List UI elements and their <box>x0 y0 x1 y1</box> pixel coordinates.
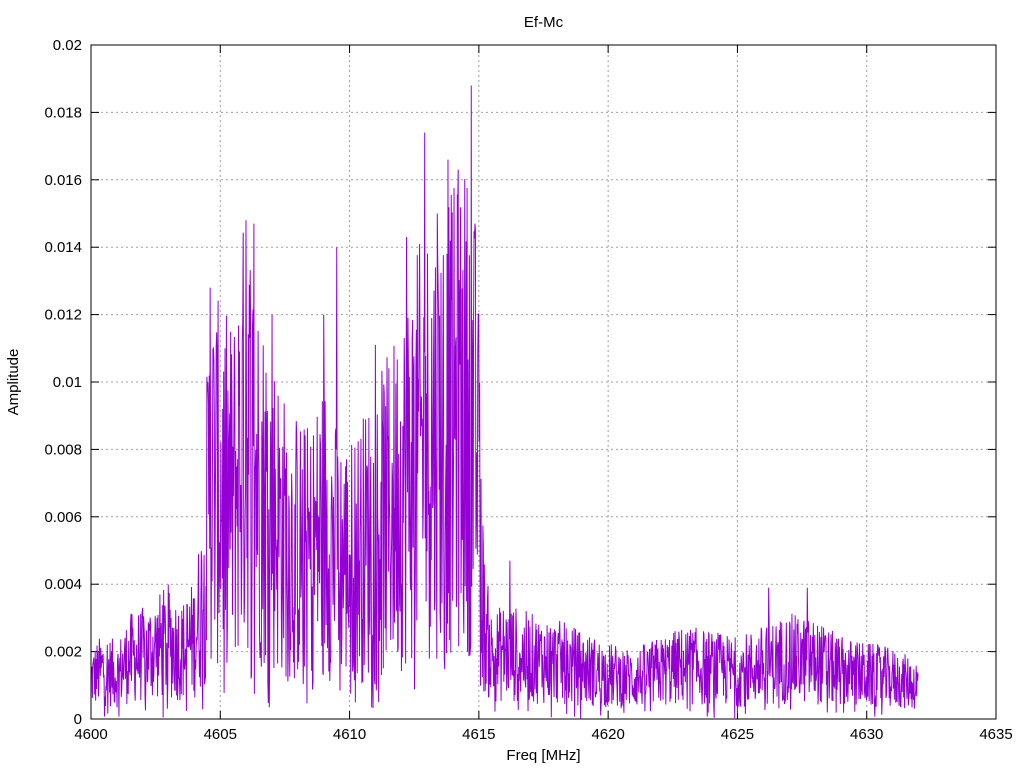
x-tick-label: 4620 <box>591 726 624 743</box>
y-tick-label: 0.006 <box>44 509 82 526</box>
x-tick-label: 4630 <box>850 726 883 743</box>
y-tick-label: 0.012 <box>44 307 82 324</box>
y-tick-label: 0.014 <box>44 239 82 256</box>
y-tick-label: 0.004 <box>44 576 82 593</box>
y-tick-label: 0.008 <box>44 441 82 458</box>
y-tick-label: 0.002 <box>44 644 82 661</box>
chart-title: Ef-Mc <box>524 14 564 31</box>
y-tick-label: 0.02 <box>53 37 82 54</box>
y-tick-label: 0.018 <box>44 104 82 121</box>
y-axis-label: Amplitude <box>5 349 22 416</box>
x-tick-label: 4625 <box>721 726 754 743</box>
x-tick-label: 4605 <box>204 726 237 743</box>
x-tick-label: 4615 <box>462 726 495 743</box>
x-axis-label: Freq [MHz] <box>506 747 580 764</box>
chart: 4600 4605 4610 4615 4620 4625 4630 4635 0 0.002 0… <box>0 0 1024 768</box>
x-tick-label: 4610 <box>333 726 366 743</box>
x-tick-label: 4600 <box>74 726 107 743</box>
y-tick-label: 0.016 <box>44 172 82 189</box>
y-tick-label: 0 <box>74 711 82 728</box>
x-tick-label: 4635 <box>979 726 1012 743</box>
y-tick-label: 0.01 <box>53 374 82 391</box>
